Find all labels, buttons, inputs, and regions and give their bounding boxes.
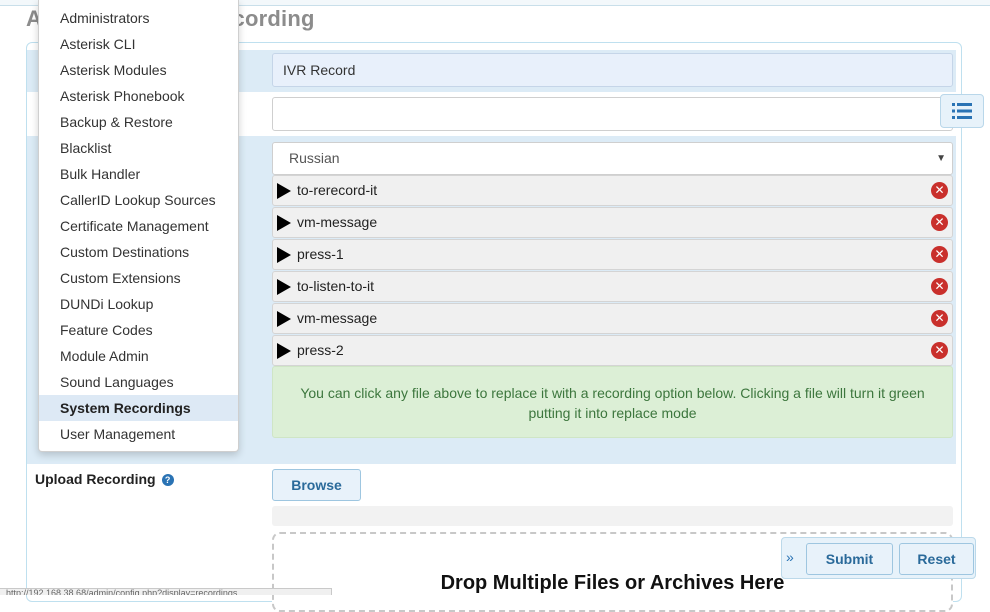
menu-item-custom-extensions[interactable]: Custom Extensions bbox=[39, 265, 238, 291]
file-item[interactable]: vm-message ✕ bbox=[272, 207, 953, 238]
play-icon[interactable] bbox=[277, 279, 291, 295]
file-item[interactable]: press-2 ✕ bbox=[272, 335, 953, 366]
remove-circle-icon[interactable]: ✕ bbox=[931, 310, 948, 327]
remove-circle-icon[interactable]: ✕ bbox=[931, 214, 948, 231]
menu-item-bulk-handler[interactable]: Bulk Handler bbox=[39, 161, 238, 187]
menu-item-asterisk-phonebook[interactable]: Asterisk Phonebook bbox=[39, 83, 238, 109]
list-toggle-button[interactable] bbox=[940, 94, 984, 128]
menu-item-administrators[interactable]: Administrators bbox=[39, 5, 238, 31]
file-item[interactable]: press-1 ✕ bbox=[272, 239, 953, 270]
menu-item-system-recordings[interactable]: System Recordings bbox=[39, 395, 238, 421]
file-item-label: vm-message bbox=[297, 310, 378, 326]
file-item-label: press-2 bbox=[297, 342, 344, 358]
description-input[interactable] bbox=[272, 97, 953, 131]
menu-item-feature-codes[interactable]: Feature Codes bbox=[39, 317, 238, 343]
file-item-label: press-1 bbox=[297, 246, 344, 262]
file-item-label: vm-message bbox=[297, 214, 378, 230]
admin-dropdown-menu: Administrators Asterisk CLI Asterisk Mod… bbox=[38, 0, 239, 452]
list-icon bbox=[951, 102, 973, 120]
file-item-label: to-rerecord-it bbox=[297, 182, 378, 198]
upload-recording-label: Upload Recording? bbox=[35, 471, 174, 487]
remove-circle-icon[interactable]: ✕ bbox=[931, 246, 948, 263]
question-circle-icon[interactable]: ? bbox=[161, 474, 174, 486]
menu-item-asterisk-cli[interactable]: Asterisk CLI bbox=[39, 31, 238, 57]
remove-circle-icon[interactable]: ✕ bbox=[931, 342, 948, 359]
browse-button[interactable]: Browse bbox=[272, 469, 361, 501]
submit-button[interactable]: Submit bbox=[806, 543, 893, 575]
file-item[interactable]: to-rerecord-it ✕ bbox=[272, 175, 953, 206]
play-icon[interactable] bbox=[277, 343, 291, 359]
action-bar: » Submit Reset bbox=[781, 537, 976, 579]
remove-circle-icon[interactable]: ✕ bbox=[931, 182, 948, 199]
file-item[interactable]: vm-message ✕ bbox=[272, 303, 953, 334]
file-item[interactable]: to-listen-to-it ✕ bbox=[272, 271, 953, 302]
chevron-down-icon: ▼ bbox=[936, 153, 946, 164]
menu-item-certificate-management[interactable]: Certificate Management bbox=[39, 213, 238, 239]
name-input[interactable]: IVR Record bbox=[272, 53, 953, 87]
menu-item-callerid-lookup-sources[interactable]: CallerID Lookup Sources bbox=[39, 187, 238, 213]
replace-mode-hint: You can click any file above to replace … bbox=[272, 366, 953, 438]
double-chevron-right-icon[interactable]: » bbox=[786, 549, 794, 565]
menu-item-sound-languages[interactable]: Sound Languages bbox=[39, 369, 238, 395]
remove-circle-icon[interactable]: ✕ bbox=[931, 278, 948, 295]
menu-item-module-admin[interactable]: Module Admin bbox=[39, 343, 238, 369]
status-bar-url: http://192.168.38.68/admin/config.php?di… bbox=[0, 588, 332, 595]
menu-item-asterisk-modules[interactable]: Asterisk Modules bbox=[39, 57, 238, 83]
menu-item-blacklist[interactable]: Blacklist bbox=[39, 135, 238, 161]
menu-item-dundi-lookup[interactable]: DUNDi Lookup bbox=[39, 291, 238, 317]
language-select[interactable]: Russian ▼ bbox=[272, 142, 953, 175]
language-select-value: Russian bbox=[289, 150, 340, 166]
play-icon[interactable] bbox=[277, 183, 291, 199]
reset-button[interactable]: Reset bbox=[899, 543, 974, 575]
file-item-label: to-listen-to-it bbox=[297, 278, 375, 294]
upload-progress-bar bbox=[272, 506, 953, 526]
menu-item-custom-destinations[interactable]: Custom Destinations bbox=[39, 239, 238, 265]
play-icon[interactable] bbox=[277, 247, 291, 263]
play-icon[interactable] bbox=[277, 311, 291, 327]
menu-item-backup-restore[interactable]: Backup & Restore bbox=[39, 109, 238, 135]
play-icon[interactable] bbox=[277, 215, 291, 231]
menu-item-user-management[interactable]: User Management bbox=[39, 421, 238, 447]
